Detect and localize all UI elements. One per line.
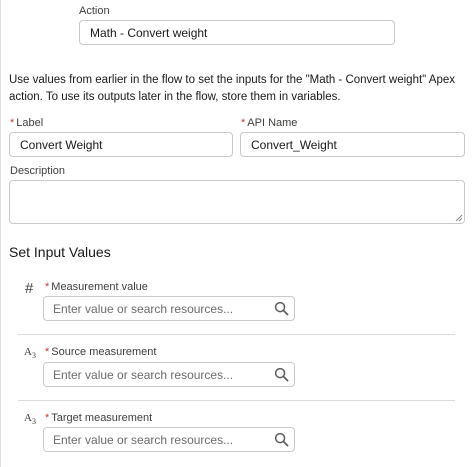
measurement-value-label: * Measurement value bbox=[45, 281, 148, 293]
help-text: Use values from earlier in the flow to s… bbox=[9, 74, 456, 103]
required-mark: * bbox=[45, 346, 50, 358]
required-mark: * bbox=[45, 281, 50, 293]
search-icon[interactable] bbox=[274, 301, 289, 316]
source-measurement-placeholder: Enter value or search resources... bbox=[53, 367, 234, 382]
action-label: Action bbox=[79, 5, 110, 17]
text-type-icon-letter: A bbox=[24, 412, 32, 424]
description-textarea[interactable] bbox=[9, 180, 465, 224]
label-field-label: * Label bbox=[10, 117, 43, 129]
text-type-icon-letter: A bbox=[24, 346, 32, 358]
input-divider bbox=[18, 400, 455, 401]
target-measurement-label-text: Target measurement bbox=[51, 412, 153, 424]
input-divider bbox=[18, 334, 455, 335]
number-type-icon: # bbox=[25, 280, 34, 297]
target-measurement-input[interactable]: Enter value or search resources... bbox=[43, 427, 295, 452]
search-icon[interactable] bbox=[274, 432, 289, 447]
measurement-value-label-text: Measurement value bbox=[51, 281, 148, 293]
api-name-field-label-text: API Name bbox=[247, 117, 298, 129]
measurement-value-placeholder: Enter value or search resources... bbox=[53, 301, 234, 316]
required-mark: * bbox=[10, 117, 15, 129]
set-input-values-heading: Set Input Values bbox=[9, 244, 111, 260]
action-field[interactable]: Math - Convert weight bbox=[79, 20, 395, 45]
panel-left-border bbox=[0, 0, 1, 467]
resize-grip-icon[interactable] bbox=[455, 214, 463, 222]
target-measurement-placeholder: Enter value or search resources... bbox=[53, 432, 234, 447]
api-name-field-label: * API Name bbox=[241, 117, 297, 129]
label-input[interactable]: Convert Weight bbox=[9, 132, 233, 157]
label-field-label-text: Label bbox=[16, 117, 44, 129]
text-type-icon-sub: 3 bbox=[31, 417, 36, 427]
text-type-icon-sub: 3 bbox=[31, 351, 36, 361]
source-measurement-input[interactable]: Enter value or search resources... bbox=[43, 362, 295, 387]
api-name-input[interactable]: Convert_Weight bbox=[240, 132, 465, 157]
source-measurement-label-text: Source measurement bbox=[51, 346, 157, 358]
target-measurement-label: * Target measurement bbox=[45, 412, 152, 424]
text-type-icon: A3 bbox=[24, 412, 36, 426]
source-measurement-label: * Source measurement bbox=[45, 346, 156, 358]
description-label: Description bbox=[10, 165, 66, 177]
required-mark: * bbox=[45, 412, 50, 424]
measurement-value-input[interactable]: Enter value or search resources... bbox=[43, 296, 295, 321]
text-type-icon: A3 bbox=[24, 346, 36, 360]
apex-action-editor: Action Math - Convert weight Use values … bbox=[0, 0, 474, 467]
required-mark: * bbox=[241, 117, 246, 129]
search-icon[interactable] bbox=[274, 367, 289, 382]
